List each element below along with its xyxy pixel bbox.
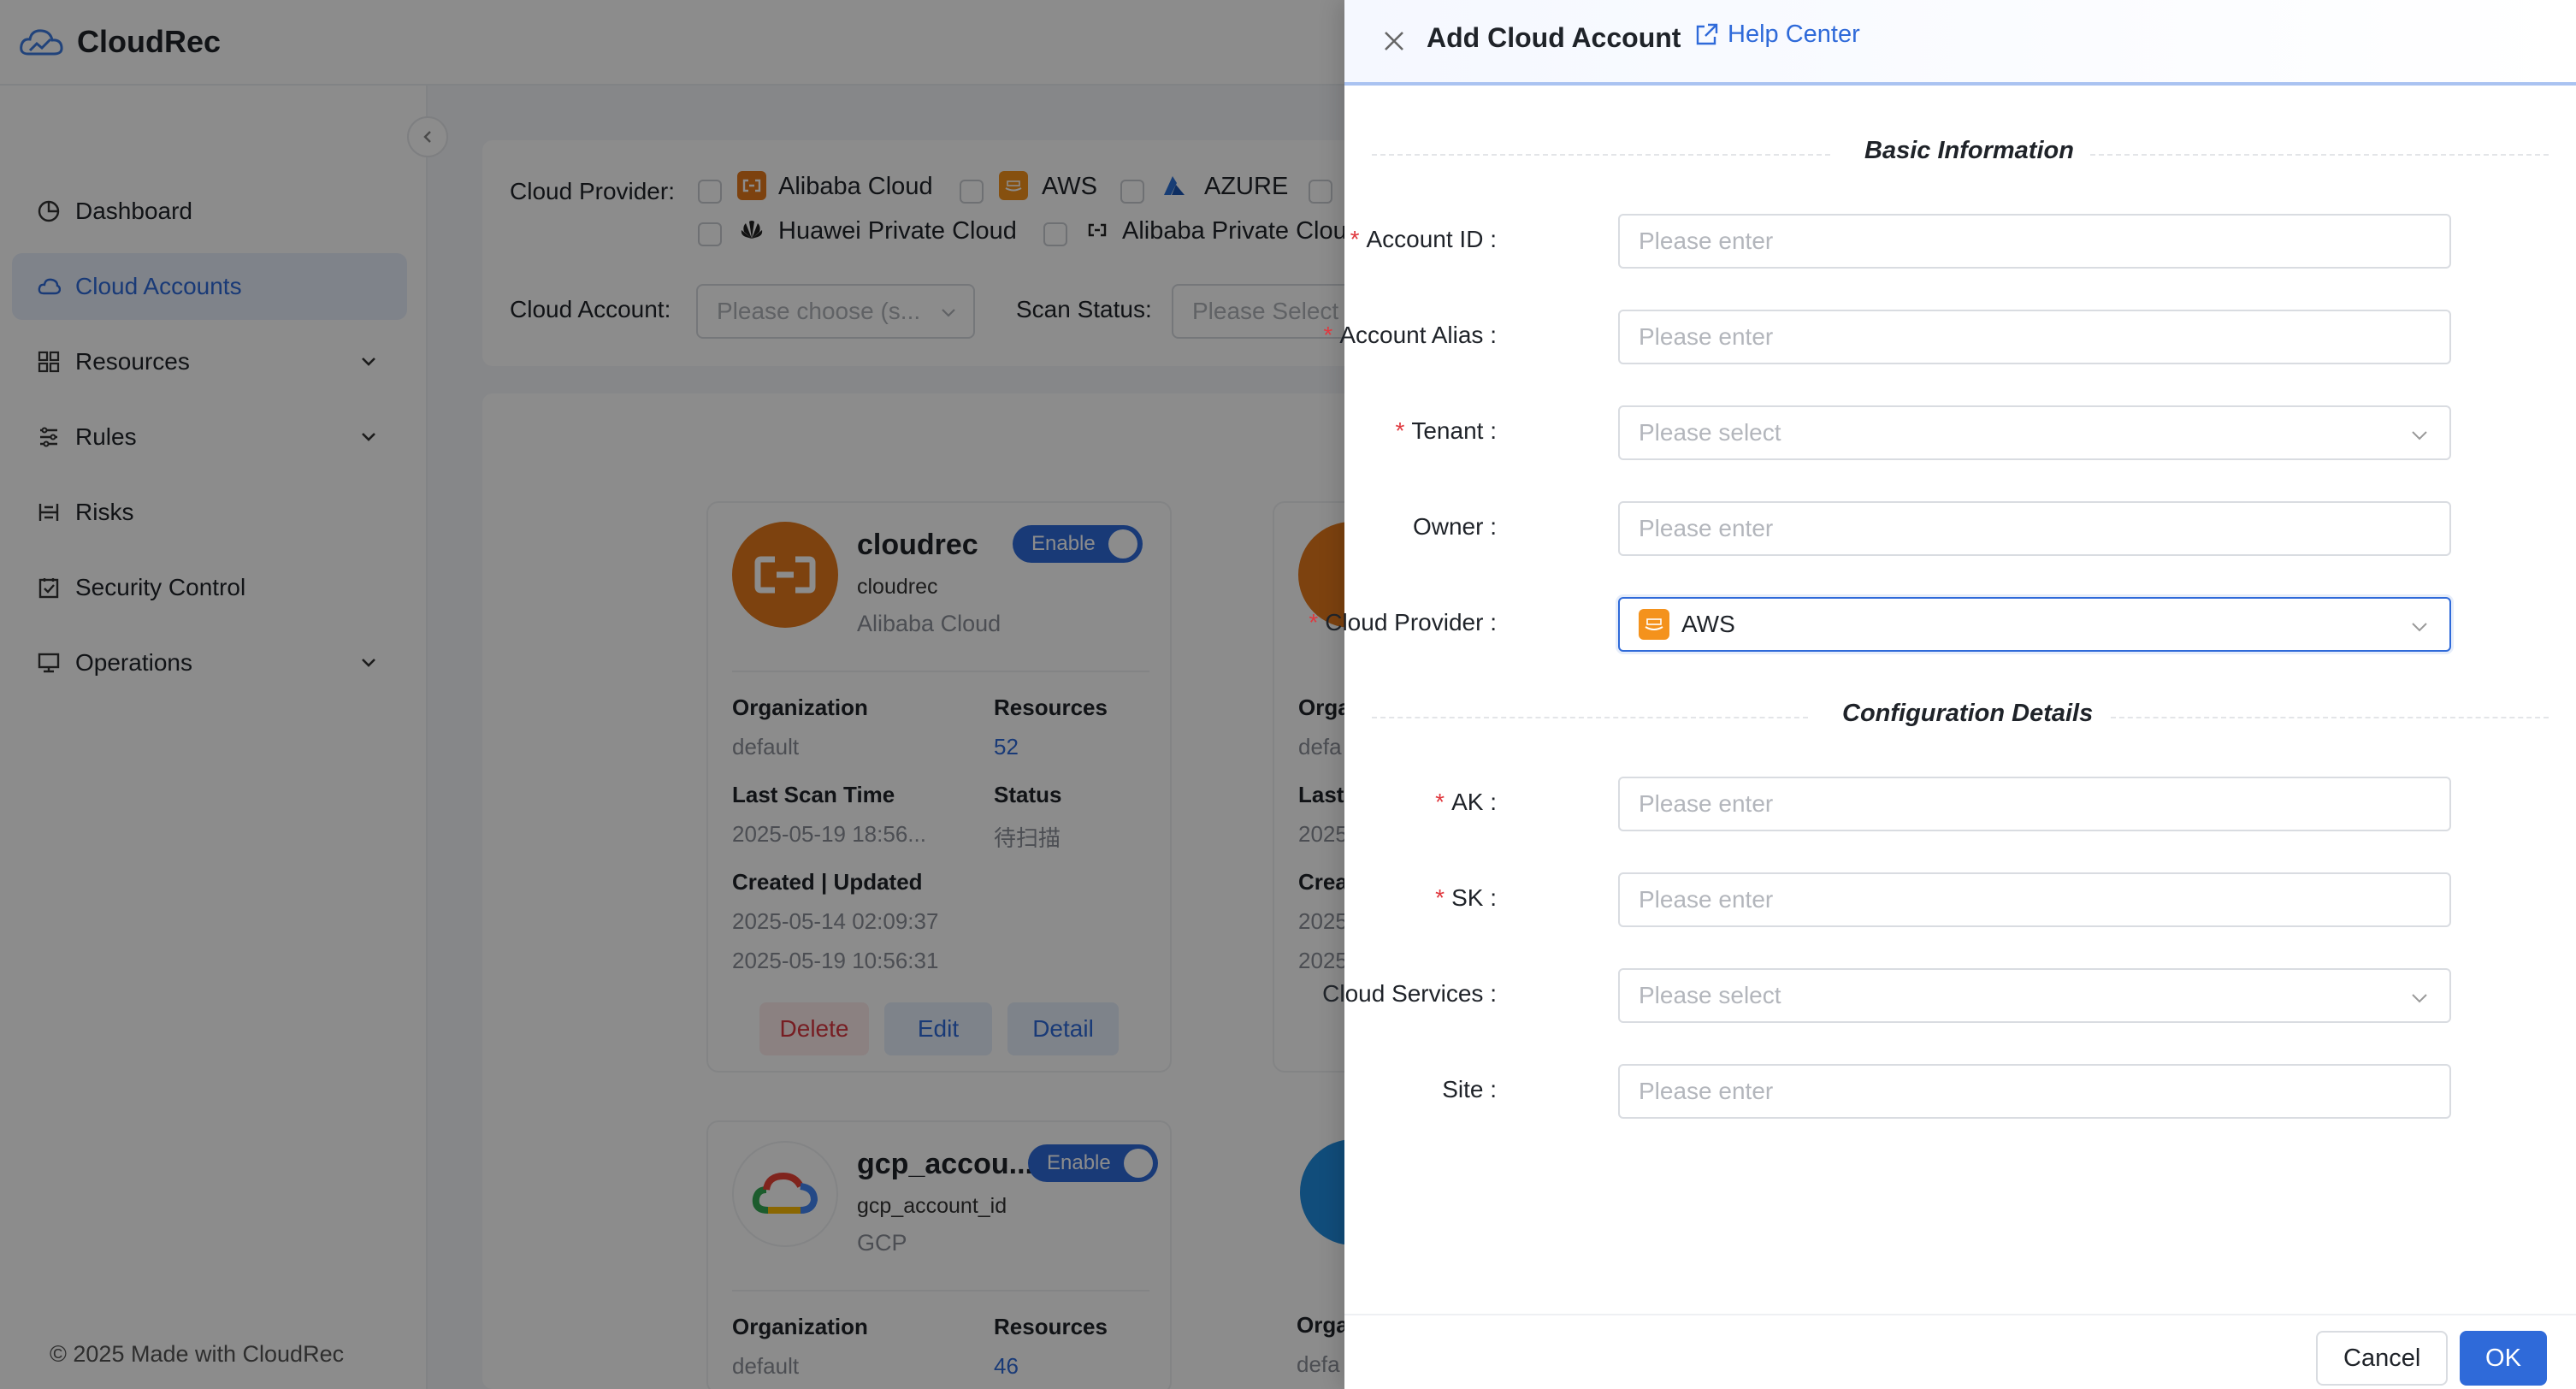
divider-line — [1372, 154, 1830, 156]
account-alias-input-wrapper — [1618, 310, 2451, 364]
cloud-provider-value: AWS — [1681, 611, 1735, 637]
drawer-header: Add Cloud Account Help Center — [1344, 0, 2576, 86]
modal-overlay[interactable] — [0, 0, 1344, 1389]
owner-label: Owner : — [1412, 513, 1497, 540]
site-input[interactable] — [1639, 1078, 2449, 1105]
cloud-services-label: Cloud Services : — [1322, 980, 1497, 1007]
cloud-services-select[interactable]: Please select — [1618, 968, 2451, 1023]
divider-line — [2090, 154, 2549, 156]
drawer-footer: Cancel OK — [1344, 1314, 2576, 1389]
account-alias-row: * Account Alias : — [1323, 310, 2576, 366]
sk-row: * SK : — [1344, 872, 2576, 929]
ak-input-wrapper — [1618, 777, 2451, 831]
configuration-details-title: Configuration Details — [1842, 700, 2094, 727]
drawer-title: Add Cloud Account — [1427, 22, 1681, 53]
account-id-input[interactable] — [1639, 228, 2449, 255]
close-icon[interactable] — [1375, 22, 1413, 60]
ak-label: * AK : — [1435, 789, 1497, 815]
cloud-provider-row: * Cloud Provider : AWS — [1309, 597, 2576, 653]
owner-row: Owner : — [1344, 501, 2576, 558]
site-row: Site : — [1344, 1064, 2576, 1120]
help-center-link[interactable]: Help Center — [1693, 21, 1860, 49]
chevron-down-icon — [2412, 623, 2427, 632]
ak-input[interactable] — [1639, 790, 2449, 818]
cloud-provider-label: * Cloud Provider : — [1309, 609, 1497, 635]
account-alias-input[interactable] — [1639, 323, 2449, 351]
external-link-icon — [1696, 23, 1718, 44]
account-id-row: * Account ID : — [1344, 214, 2576, 270]
cancel-button[interactable]: Cancel — [2316, 1331, 2449, 1386]
ok-button[interactable]: OK — [2460, 1331, 2547, 1386]
aws-icon — [1639, 609, 1669, 640]
basic-information-divider: Basic Information — [1372, 132, 2549, 174]
divider-line — [1372, 717, 1808, 718]
cloud-services-row: Cloud Services : Please select — [1322, 968, 2576, 1025]
chevron-down-icon — [2412, 994, 2427, 1003]
account-alias-label: * Account Alias : — [1323, 322, 1497, 348]
site-label: Site : — [1442, 1076, 1497, 1102]
basic-information-title: Basic Information — [1864, 137, 2074, 164]
configuration-details-divider: Configuration Details — [1372, 694, 2549, 737]
sk-input[interactable] — [1639, 886, 2449, 913]
cloud-services-placeholder: Please select — [1639, 982, 1781, 1008]
help-center-label: Help Center — [1728, 21, 1860, 48]
owner-input-wrapper — [1618, 501, 2451, 556]
account-id-input-wrapper — [1618, 214, 2451, 269]
divider-line — [2111, 717, 2549, 718]
add-cloud-account-drawer: Add Cloud Account Help Center Basic Info… — [1309, 0, 2576, 1389]
tenant-label: * Tenant : — [1395, 417, 1497, 444]
tenant-select[interactable]: Please select — [1618, 405, 2451, 460]
cloud-provider-select[interactable]: AWS — [1618, 597, 2451, 652]
sk-input-wrapper — [1618, 872, 2451, 927]
tenant-placeholder: Please select — [1639, 419, 1781, 446]
owner-input[interactable] — [1639, 515, 2449, 542]
chevron-down-icon — [2412, 431, 2427, 440]
site-input-wrapper — [1618, 1064, 2451, 1119]
ak-row: * AK : — [1344, 777, 2576, 833]
tenant-row: * Tenant : Please select — [1344, 405, 2576, 462]
sk-label: * SK : — [1435, 884, 1497, 911]
account-id-label: * Account ID : — [1350, 226, 1497, 252]
